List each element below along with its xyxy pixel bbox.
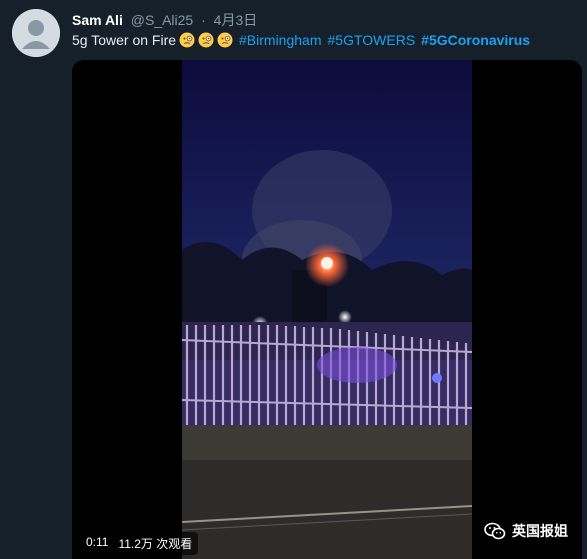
separator-dot: · [201, 12, 206, 28]
avatar[interactable] [12, 9, 60, 57]
video-time: 0:11 [86, 535, 109, 549]
tweet-text: 5g Tower on Fire #Birmingham #5GTOWERS #… [72, 32, 530, 48]
watermark-label: 英国报姐 [512, 523, 568, 539]
hashtag-birmingham[interactable]: #Birmingham [239, 32, 321, 48]
video-info-badge: 0:11 11.2万 次观看 [80, 532, 199, 555]
tweet-header: Sam Ali @S_Ali25 · 4月3日 [72, 10, 257, 30]
view-count: 11.2万 次观看 [118, 537, 193, 551]
hashtag-5gtowers[interactable]: #5GTOWERS [328, 32, 416, 48]
video-thumbnail-image [182, 60, 472, 559]
monocle-face-emoji-icon [217, 32, 233, 48]
wechat-icon [484, 522, 506, 540]
author-handle[interactable]: @S_Ali25 [131, 12, 193, 28]
monocle-face-emoji-icon [198, 32, 214, 48]
video-player[interactable]: 0:11 11.2万 次观看 英国报姐 [72, 60, 582, 559]
default-avatar-icon [12, 9, 60, 57]
watermark: 英国报姐 [484, 521, 568, 541]
video-frame [182, 60, 472, 559]
tweet-date[interactable]: 4月3日 [214, 12, 258, 28]
monocle-face-emoji-icon [179, 32, 195, 48]
author-name[interactable]: Sam Ali [72, 12, 123, 28]
hashtag-5gcoronavirus[interactable]: #5GCoronavirus [421, 32, 530, 48]
tweet-body: 5g Tower on Fire [72, 32, 177, 48]
